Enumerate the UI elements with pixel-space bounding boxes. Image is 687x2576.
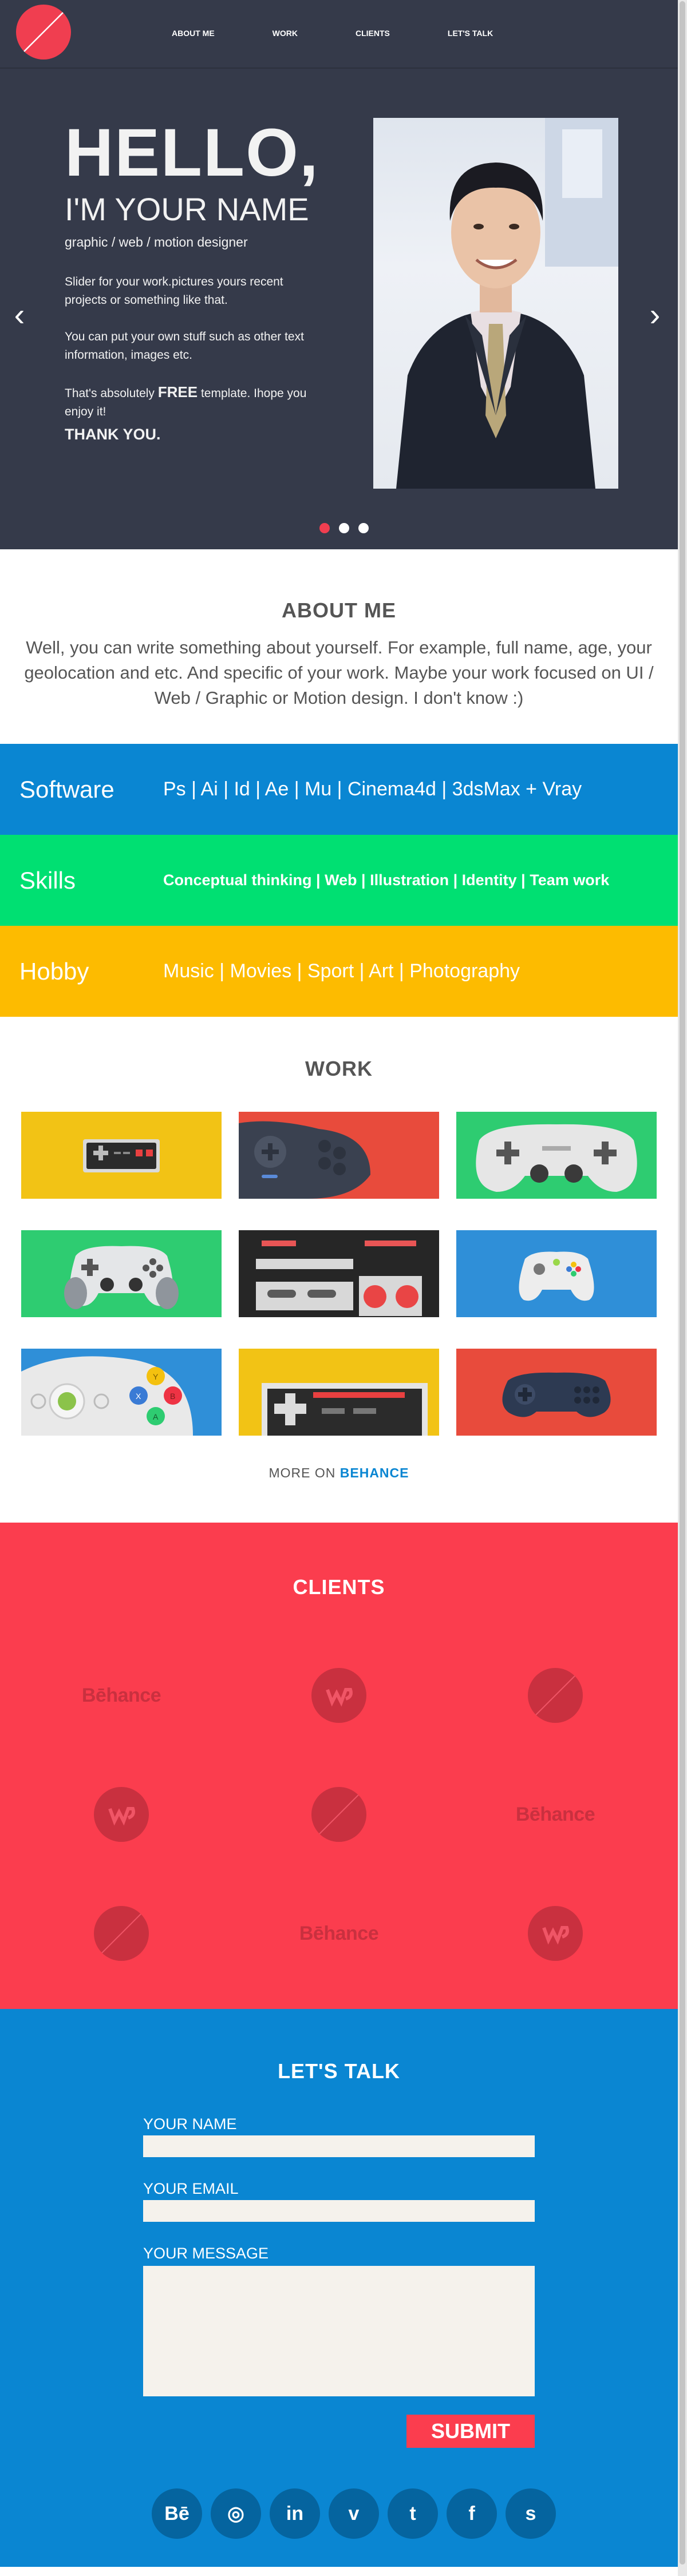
work-section: WORK Y B X A MORE ON BEHANCE xyxy=(0,1017,678,1523)
hero-paragraph-2: You can put your own stuff such as other… xyxy=(65,330,304,362)
name-input[interactable] xyxy=(143,2135,535,2157)
main-nav: ABOUT ME WORK CLIENTS LET'S TALK xyxy=(172,29,493,38)
svg-text:X: X xyxy=(136,1392,141,1401)
client-slash-3[interactable] xyxy=(64,1905,179,1962)
hero-free: FREE xyxy=(157,383,198,401)
submit-button[interactable]: SUBMIT xyxy=(406,2415,535,2448)
client-slash-2[interactable] xyxy=(282,1786,396,1843)
client-wp-3[interactable] xyxy=(498,1905,613,1962)
hobby-label: Hobby xyxy=(19,957,89,985)
client-wp-2[interactable] xyxy=(64,1786,179,1843)
nav-lets-talk[interactable]: LET'S TALK xyxy=(448,29,493,38)
work-tile-xbox-controller[interactable] xyxy=(456,1230,657,1317)
name-label: YOUR NAME xyxy=(143,2115,237,2133)
nav-about[interactable]: ABOUT ME xyxy=(172,29,215,38)
logo-icon[interactable] xyxy=(16,5,71,60)
work-title: WORK xyxy=(305,1057,373,1080)
hero-subtitle: I'M YOUR NAME xyxy=(65,191,309,227)
skills-band: Skills Conceptual thinking | Web | Illus… xyxy=(0,835,678,926)
dribbble-icon[interactable]: ◎ xyxy=(211,2488,261,2539)
hero-portrait-photo xyxy=(373,118,618,489)
hero-text: HELLO, I'M YOUR NAME graphic / web / mot… xyxy=(65,115,328,443)
hero-slider: ‹ HELLO, I'M YOUR NAME graphic / web / m… xyxy=(0,69,678,549)
client-wp-1[interactable] xyxy=(282,1667,396,1724)
work-tile-snes-controller[interactable] xyxy=(456,1112,657,1199)
message-textarea[interactable] xyxy=(143,2266,535,2396)
hero-thanks: THANK YOU. xyxy=(65,426,161,443)
work-tile-xbox-closeup[interactable]: Y B X A xyxy=(21,1349,222,1436)
slash-logo-icon xyxy=(311,1787,366,1842)
about-title: ABOUT ME xyxy=(282,599,396,622)
site-header: ABOUT ME WORK CLIENTS LET'S TALK xyxy=(0,0,678,69)
more-pre: MORE ON xyxy=(269,1465,340,1480)
contact-form: YOUR NAME YOUR EMAIL YOUR MESSAGE xyxy=(143,2115,535,2396)
slider-dot-1[interactable] xyxy=(319,523,330,533)
slider-prev-arrow-icon[interactable]: ‹ xyxy=(8,298,31,332)
wp-logo-icon xyxy=(311,1668,366,1723)
behance-wordmark: Bēhance xyxy=(515,1803,595,1825)
hero-paragraph-3: That's absolutely FREE template. Ihope y… xyxy=(65,383,328,421)
vimeo-icon[interactable]: v xyxy=(329,2488,379,2539)
hero-paragraph-1: Slider for your work.pictures yours rece… xyxy=(65,275,283,307)
about-section: ABOUT ME Well, you can write something a… xyxy=(0,549,678,744)
behance-wordmark: Bēhance xyxy=(299,1922,379,1944)
work-tile-playstation-controller[interactable] xyxy=(21,1230,222,1317)
behance-icon[interactable]: Bē xyxy=(152,2488,202,2539)
software-band: Software Ps | Ai | Id | Ae | Mu | Cinema… xyxy=(0,744,678,835)
wp-logo-icon xyxy=(528,1906,583,1961)
behance-wordmark: Bēhance xyxy=(81,1684,161,1706)
slash-logo-icon xyxy=(94,1906,149,1961)
skills-value: Conceptual thinking | Web | Illustration… xyxy=(163,871,610,889)
software-value: Ps | Ai | Id | Ae | Mu | Cinema4d | 3dsM… xyxy=(163,778,582,800)
hero-hello: HELLO, xyxy=(65,115,319,191)
client-behance-1[interactable]: Bēhance xyxy=(64,1667,179,1724)
contact-section: LET'S TALK YOUR NAME YOUR EMAIL YOUR MES… xyxy=(0,2009,678,2567)
facebook-icon[interactable]: f xyxy=(447,2488,497,2539)
skype-icon[interactable]: s xyxy=(506,2488,556,2539)
hobby-band: Hobby Music | Movies | Sport | Art | Pho… xyxy=(0,926,678,1017)
twitter-icon[interactable]: t xyxy=(388,2488,438,2539)
hobby-value: Music | Movies | Sport | Art | Photograp… xyxy=(163,960,520,982)
work-tile-nes-controller[interactable] xyxy=(21,1112,222,1199)
work-tile-nes-closeup[interactable] xyxy=(239,1230,439,1317)
clients-section: CLIENTS Bēhance Bēhance Bēhance xyxy=(0,1523,678,2009)
email-input[interactable] xyxy=(143,2200,535,2222)
work-grid: Y B X A xyxy=(21,1112,657,1436)
clients-title: CLIENTS xyxy=(293,1575,385,1599)
nav-work[interactable]: WORK xyxy=(273,29,298,38)
work-tile-saturn-controller[interactable] xyxy=(456,1349,657,1436)
slider-dot-2[interactable] xyxy=(339,523,349,533)
email-label: YOUR EMAIL xyxy=(143,2180,239,2197)
software-label: Software xyxy=(19,775,114,803)
svg-text:Y: Y xyxy=(153,1372,159,1381)
client-behance-3[interactable]: Bēhance xyxy=(282,1905,396,1962)
hero-p3-pre: That's absolutely xyxy=(65,387,158,400)
more-on-behance: MORE ON BEHANCE xyxy=(0,1465,678,1481)
slider-dots xyxy=(319,523,369,533)
client-behance-2[interactable]: Bēhance xyxy=(498,1786,613,1843)
message-label: YOUR MESSAGE xyxy=(143,2245,269,2262)
svg-text:B: B xyxy=(170,1392,175,1401)
hero-role: graphic / web / motion designer xyxy=(65,235,248,249)
skills-label: Skills xyxy=(19,866,76,894)
scrollbar-thumb[interactable] xyxy=(680,1,685,2565)
work-tile-genesis-controller[interactable] xyxy=(239,1112,439,1199)
client-slash-1[interactable] xyxy=(498,1667,613,1724)
about-text: Well, you can write something about your… xyxy=(24,637,654,708)
linkedin-icon[interactable]: in xyxy=(270,2488,320,2539)
page: ABOUT ME WORK CLIENTS LET'S TALK ‹ HELLO… xyxy=(0,0,687,2576)
social-links: Bē ◎ in v t f s xyxy=(152,2488,556,2539)
slider-next-arrow-icon[interactable]: › xyxy=(643,298,666,332)
page-scrollbar[interactable] xyxy=(678,0,687,2576)
wp-logo-icon xyxy=(94,1787,149,1842)
nav-clients[interactable]: CLIENTS xyxy=(356,29,390,38)
contact-title: LET'S TALK xyxy=(278,2059,400,2083)
slash-logo-icon xyxy=(528,1668,583,1723)
work-tile-nes-yellow-closeup[interactable] xyxy=(239,1349,439,1436)
behance-link[interactable]: BEHANCE xyxy=(340,1465,409,1480)
slider-dot-3[interactable] xyxy=(358,523,369,533)
svg-text:A: A xyxy=(153,1412,159,1421)
